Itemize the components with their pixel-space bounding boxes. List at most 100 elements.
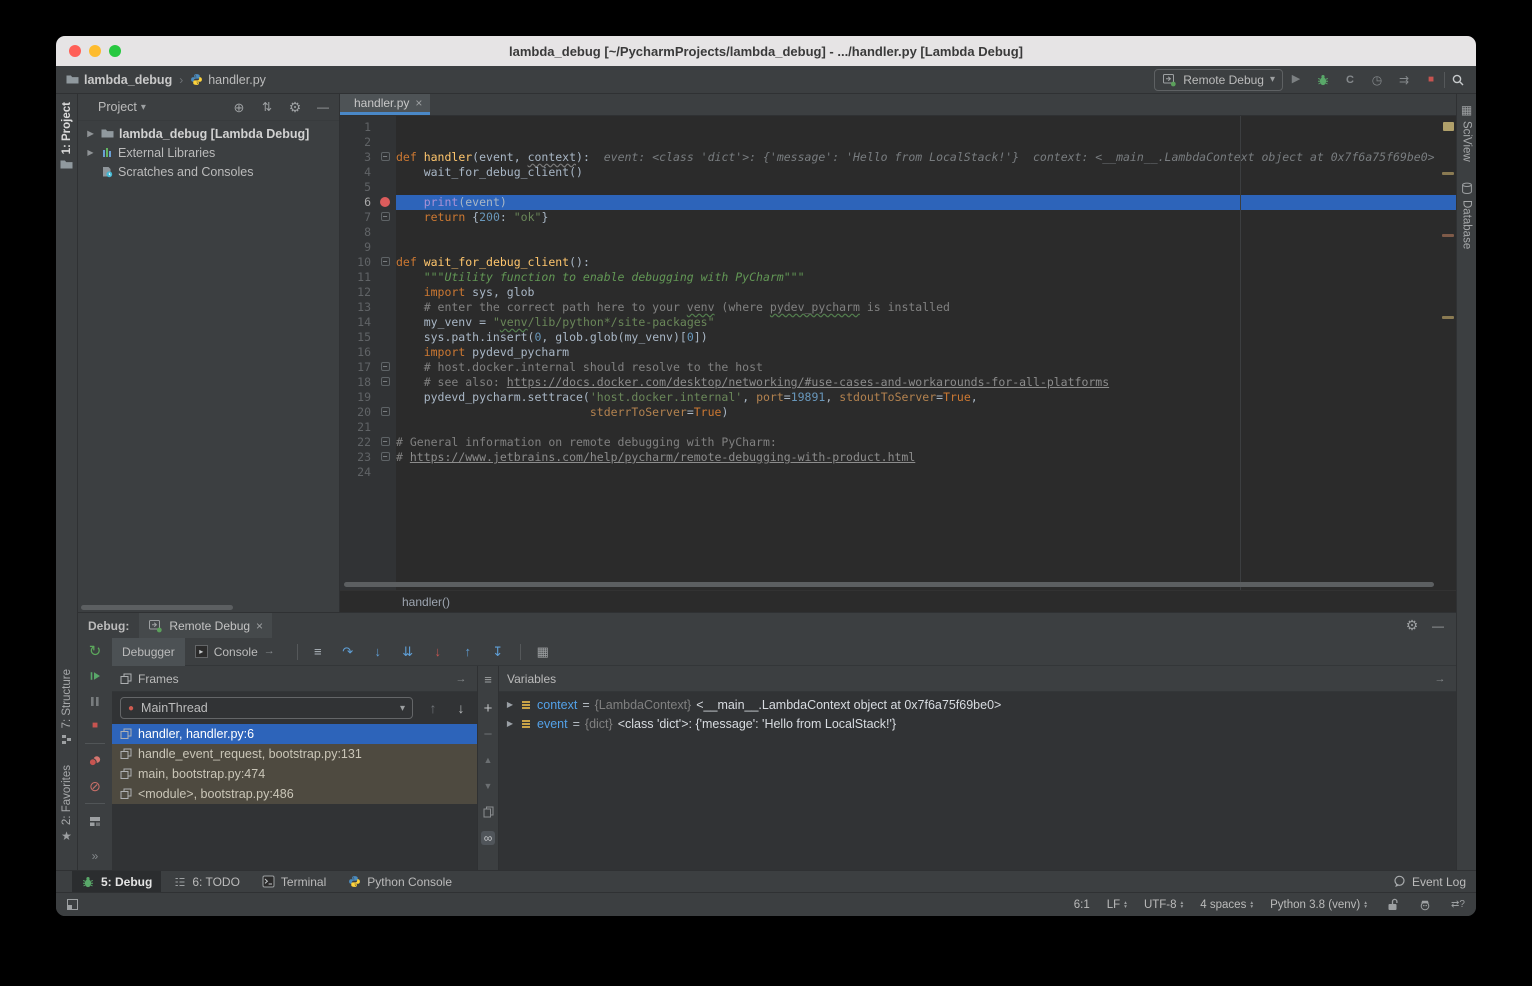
- hide-panel-icon[interactable]: —: [1430, 618, 1446, 634]
- stack-frame-row[interactable]: <module>, bootstrap.py:486: [112, 784, 477, 804]
- more-icon[interactable]: »: [87, 848, 103, 864]
- run-icon[interactable]: ▶: [1288, 72, 1304, 88]
- editor-horizontal-scrollbar[interactable]: [344, 582, 1434, 587]
- mute-breakpoints-icon[interactable]: ⊘: [87, 778, 103, 794]
- run-with-icon[interactable]: ⇉: [1396, 72, 1412, 88]
- tool-stripe-button[interactable]: Database: [1461, 182, 1473, 249]
- float-window-icon[interactable]: →: [1432, 671, 1448, 687]
- fold-gutter[interactable]: [374, 300, 396, 315]
- rerun-icon[interactable]: ↻: [87, 643, 103, 659]
- view-breakpoints-icon[interactable]: [87, 753, 103, 769]
- status-item[interactable]: Python 3.8 (venv)▴▾: [1270, 899, 1367, 911]
- fold-gutter[interactable]: [374, 180, 396, 195]
- status-item[interactable]: 4 spaces▴▾: [1200, 899, 1253, 911]
- expand-arrow-icon[interactable]: ▶: [505, 719, 515, 728]
- fold-gutter[interactable]: [374, 120, 396, 135]
- fold-icon[interactable]: −: [381, 362, 390, 371]
- pause-icon[interactable]: [87, 693, 103, 709]
- fold-gutter[interactable]: −: [374, 405, 396, 420]
- move-up-icon[interactable]: ▲: [480, 752, 496, 768]
- breadcrumb-file[interactable]: handler.py: [208, 73, 266, 87]
- stack-frame-row[interactable]: handle_event_request, bootstrap.py:131: [112, 744, 477, 764]
- code-area[interactable]: 123−def handler(event, context): event: …: [340, 116, 1456, 590]
- variable-row[interactable]: ▶event = {dict} <class 'dict'>: {'messag…: [499, 714, 1456, 733]
- fold-gutter[interactable]: −: [374, 360, 396, 375]
- chevron-down-icon[interactable]: ▾: [141, 102, 146, 113]
- tool-stripe-button[interactable]: 2: Favorites★: [61, 765, 73, 842]
- code-link[interactable]: https://www.jetbrains.com/help/pycharm/r…: [410, 450, 915, 464]
- fold-gutter[interactable]: −: [374, 450, 396, 465]
- force-step-into-icon[interactable]: ↓: [430, 644, 446, 660]
- close-button[interactable]: [69, 45, 81, 57]
- previous-frame-icon[interactable]: ↑: [425, 700, 441, 716]
- expand-arrow-icon[interactable]: ▶: [505, 700, 515, 709]
- run-to-cursor-icon[interactable]: ↧: [490, 644, 506, 660]
- collapse-all-icon[interactable]: ⇅: [259, 99, 275, 115]
- add-watch-icon[interactable]: +: [480, 700, 496, 716]
- restore-layout-icon[interactable]: [87, 813, 103, 829]
- search-everywhere-button[interactable]: [1450, 72, 1466, 88]
- fold-gutter[interactable]: [374, 270, 396, 285]
- inspections-icon[interactable]: [1417, 897, 1433, 913]
- evaluate-expression-icon[interactable]: ▦: [535, 644, 551, 660]
- fold-gutter[interactable]: [374, 390, 396, 405]
- step-into-my-code-icon[interactable]: ⇊: [400, 644, 416, 660]
- fold-icon[interactable]: −: [381, 437, 390, 446]
- fold-gutter[interactable]: −: [374, 375, 396, 390]
- tool-button-python-console[interactable]: Python Console: [339, 871, 461, 893]
- debug-session-tab[interactable]: Remote Debug ×: [139, 613, 272, 638]
- project-panel-title[interactable]: Project: [98, 100, 137, 114]
- debug-view-tab-console[interactable]: ▸Console→: [185, 638, 285, 666]
- move-down-icon[interactable]: ▼: [480, 778, 496, 794]
- fold-gutter[interactable]: [374, 135, 396, 150]
- fold-icon[interactable]: −: [381, 257, 390, 266]
- fold-icon[interactable]: −: [381, 407, 390, 416]
- breakpoint-gutter[interactable]: [374, 195, 396, 210]
- caret-position[interactable]: 6:1: [1074, 899, 1090, 911]
- expand-arrow-icon[interactable]: ▶: [85, 148, 96, 157]
- watches-menu-icon[interactable]: ≡: [480, 671, 496, 687]
- fold-gutter[interactable]: [374, 420, 396, 435]
- code-link[interactable]: https://docs.docker.com/desktop/networki…: [507, 375, 1109, 389]
- tool-windows-icon[interactable]: [64, 897, 80, 913]
- breakpoint-icon[interactable]: [380, 197, 390, 207]
- shortcuts-icon[interactable]: ⇄?: [1450, 897, 1466, 913]
- float-window-icon[interactable]: →: [453, 671, 469, 687]
- thread-selector[interactable]: ● MainThread ▾: [120, 697, 413, 719]
- project-tree-item[interactable]: Scratches and Consoles: [78, 162, 339, 181]
- variable-row[interactable]: ▶context = {LambdaContext} <__main__.Lam…: [499, 695, 1456, 714]
- fold-gutter[interactable]: [374, 225, 396, 240]
- fold-gutter[interactable]: [374, 345, 396, 360]
- show-execution-point-icon[interactable]: ≡: [310, 644, 326, 660]
- remove-watch-icon[interactable]: −: [480, 726, 496, 742]
- editor-breadcrumb-bar[interactable]: handler(): [340, 590, 1456, 612]
- locate-icon[interactable]: ⊕: [231, 99, 247, 115]
- project-tree-item[interactable]: ▶lambda_debug [Lambda Debug]: [78, 124, 339, 143]
- tool-button----debug[interactable]: 5: Debug: [72, 871, 161, 893]
- unlock-icon[interactable]: [1384, 897, 1400, 913]
- debug-view-tab-debugger[interactable]: Debugger: [112, 638, 185, 666]
- fold-icon[interactable]: −: [381, 377, 390, 386]
- minimize-button[interactable]: [89, 45, 101, 57]
- fold-gutter[interactable]: [374, 165, 396, 180]
- editor-tab-handler[interactable]: handler.py ×: [340, 94, 430, 115]
- fold-gutter[interactable]: [374, 240, 396, 255]
- duplicate-watch-icon[interactable]: [480, 804, 496, 820]
- event-log-button[interactable]: Event Log: [1393, 875, 1466, 889]
- run-configuration-select[interactable]: Remote Debug ▾: [1154, 69, 1283, 91]
- stack-frame-row[interactable]: handler, handler.py:6: [112, 724, 477, 744]
- zoom-button[interactable]: [109, 45, 121, 57]
- fold-gutter[interactable]: [374, 315, 396, 330]
- step-out-icon[interactable]: ↑: [460, 644, 476, 660]
- fold-gutter[interactable]: −: [374, 210, 396, 225]
- step-into-icon[interactable]: ↓: [370, 644, 386, 660]
- resume-icon[interactable]: [87, 668, 103, 684]
- expand-arrow-icon[interactable]: ▶: [85, 129, 96, 138]
- show-watches-icon[interactable]: ∞: [480, 830, 496, 846]
- fold-gutter[interactable]: [374, 330, 396, 345]
- tool-stripe-button[interactable]: 1: Project: [60, 102, 73, 170]
- tool-button----todo[interactable]: 6: TODO: [165, 871, 249, 893]
- status-item[interactable]: UTF-8▴▾: [1144, 899, 1183, 911]
- hide-panel-icon[interactable]: —: [315, 99, 331, 115]
- title-bar[interactable]: lambda_debug [~/PycharmProjects/lambda_d…: [56, 36, 1476, 66]
